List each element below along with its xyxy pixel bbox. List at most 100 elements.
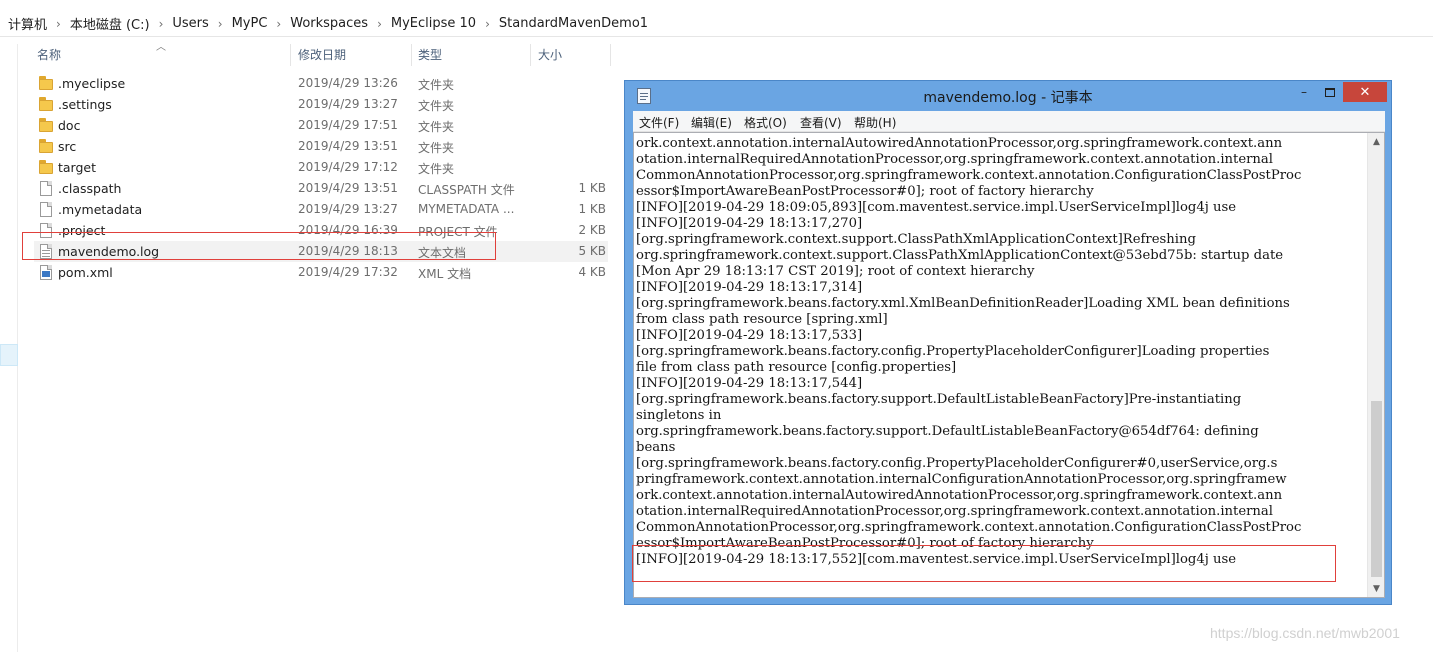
- notepad-title-bar[interactable]: mavendemo.log - 记事本 – ✕: [625, 81, 1391, 111]
- menu-file[interactable]: 文件(F): [639, 114, 679, 131]
- log-line: [org.springframework.beans.factory.confi…: [636, 456, 1278, 471]
- file-date: 2019/4/29 13:51: [298, 181, 398, 195]
- folder-icon: [39, 160, 53, 175]
- annotation-highlight-box: [22, 232, 496, 260]
- breadcrumb-separator-icon: ›: [485, 16, 490, 31]
- column-divider[interactable]: [290, 44, 291, 66]
- breadcrumb-separator-icon: ›: [217, 16, 223, 31]
- file-date: 2019/4/29 17:12: [298, 160, 398, 174]
- log-line: [INFO][2019-04-29 18:13:17,544]: [636, 376, 863, 391]
- file-row-settings[interactable]: .settings 2019/4/29 13:27 文件夹: [34, 94, 608, 115]
- menu-edit[interactable]: 编辑(E): [691, 114, 732, 131]
- scroll-up-icon[interactable]: ▲: [1368, 133, 1384, 150]
- file-row-src[interactable]: src 2019/4/29 13:51 文件夹: [34, 136, 608, 157]
- log-line: [INFO][2019-04-29 18:13:17,270]: [636, 216, 863, 231]
- breadcrumb-myeclipse[interactable]: MyEclipse 10: [391, 16, 476, 31]
- minimize-icon: –: [1301, 85, 1307, 99]
- scroll-down-icon[interactable]: ▼: [1368, 580, 1384, 597]
- close-button[interactable]: ✕: [1343, 82, 1387, 102]
- notepad-window[interactable]: mavendemo.log - 记事本 – ✕ 文件(F) 编辑(E) 格式(O…: [624, 80, 1392, 605]
- breadcrumb-users[interactable]: Users: [172, 16, 208, 31]
- log-line: [Mon Apr 29 18:13:17 CST 2019]; root of …: [636, 264, 1035, 279]
- file-size: 5 KB: [578, 244, 606, 258]
- close-icon: ✕: [1359, 84, 1371, 100]
- log-line: ork.context.annotation.internalAutowired…: [636, 136, 1283, 151]
- log-text[interactable]: ork.context.annotation.internalAutowired…: [636, 136, 1364, 596]
- breadcrumb-workspaces[interactable]: Workspaces: [290, 16, 368, 31]
- column-header-size[interactable]: 大小: [538, 46, 562, 63]
- folder-icon: [39, 118, 53, 133]
- address-bar[interactable]: 计算机 › 本地磁盘 (C:) › Users › MyPC › Workspa…: [0, 0, 1433, 44]
- column-header-type[interactable]: 类型: [418, 46, 442, 63]
- file-name: .settings: [58, 97, 112, 112]
- file-name: .myeclipse: [58, 76, 126, 91]
- address-bar-divider: [0, 36, 1433, 37]
- column-divider[interactable]: [610, 44, 611, 66]
- file-type: MYMETADATA ...: [418, 202, 515, 216]
- breadcrumb-separator-icon: ›: [377, 16, 382, 31]
- breadcrumb-separator-icon: ›: [56, 16, 61, 31]
- maximize-button[interactable]: [1317, 82, 1343, 102]
- column-header-date[interactable]: 修改日期: [298, 46, 346, 63]
- vertical-scrollbar[interactable]: ▲ ▼: [1367, 133, 1384, 597]
- log-line: pringframework.context.annotation.intern…: [636, 472, 1287, 487]
- log-line: org.springframework.context.support.Clas…: [636, 248, 1284, 263]
- xml-file-icon: [39, 265, 53, 280]
- log-line: ork.context.annotation.internalAutowired…: [636, 488, 1283, 503]
- file-type: 文件夹: [418, 162, 455, 176]
- file-row-pom-xml[interactable]: pom.xml 2019/4/29 17:32 XML 文档 4 KB: [34, 262, 608, 283]
- file-type: XML 文档: [418, 267, 472, 281]
- file-name: doc: [58, 118, 81, 133]
- log-line: beans: [636, 440, 676, 455]
- minimize-button[interactable]: –: [1291, 82, 1317, 102]
- scrollbar-thumb[interactable]: [1371, 401, 1382, 577]
- breadcrumb-computer[interactable]: 计算机: [8, 14, 47, 33]
- file-row-myeclipse[interactable]: .myeclipse 2019/4/29 13:26 文件夹: [34, 73, 608, 94]
- file-type: 文件夹: [418, 120, 455, 134]
- notepad-text-area[interactable]: ork.context.annotation.internalAutowired…: [633, 132, 1385, 598]
- file-size: 1 KB: [578, 181, 606, 195]
- log-line: [INFO][2019-04-29 18:13:17,533]: [636, 328, 863, 343]
- column-header-name[interactable]: 名称: [37, 46, 61, 63]
- file-name: .mymetadata: [58, 202, 143, 217]
- log-line: CommonAnnotationProcessor,org.springfram…: [636, 520, 1302, 535]
- breadcrumb-separator-icon: ›: [276, 16, 282, 31]
- file-name: src: [58, 139, 77, 154]
- folder-icon: [39, 97, 53, 112]
- breadcrumb-project[interactable]: StandardMavenDemo1: [499, 16, 648, 31]
- file-icon: [39, 202, 53, 217]
- log-line: [org.springframework.beans.factory.suppo…: [636, 392, 1242, 407]
- file-size: 4 KB: [578, 265, 606, 279]
- file-name: .classpath: [58, 181, 122, 196]
- column-divider[interactable]: [411, 44, 412, 66]
- file-row-mymetadata[interactable]: .mymetadata 2019/4/29 13:27 MYMETADATA .…: [34, 199, 608, 220]
- file-row-classpath[interactable]: .classpath 2019/4/29 13:51 CLASSPATH 文件 …: [34, 178, 608, 199]
- menu-help[interactable]: 帮助(H): [854, 114, 896, 131]
- breadcrumb-local-disk[interactable]: 本地磁盘 (C:): [70, 14, 150, 33]
- file-row-target[interactable]: target 2019/4/29 17:12 文件夹: [34, 157, 608, 178]
- breadcrumb-mypc[interactable]: MyPC: [232, 16, 268, 31]
- navigation-pane[interactable]: [0, 44, 18, 652]
- maximize-icon: [1325, 87, 1335, 97]
- menu-view[interactable]: 查看(V): [800, 114, 842, 131]
- file-date: 2019/4/29 13:51: [298, 139, 398, 153]
- sort-ascending-icon: ︿: [156, 42, 166, 53]
- column-divider[interactable]: [530, 44, 531, 66]
- menu-format[interactable]: 格式(O): [744, 114, 787, 131]
- file-date: 2019/4/29 17:32: [298, 265, 398, 279]
- navigation-selected-item[interactable]: [0, 344, 18, 366]
- log-line: from class path resource [spring.xml]: [636, 312, 888, 327]
- log-line: [org.springframework.beans.factory.confi…: [636, 344, 1270, 359]
- watermark-text: https://blog.csdn.net/mwb2001: [1210, 625, 1400, 641]
- window-title: mavendemo.log - 记事本: [923, 90, 1093, 106]
- file-size: 2 KB: [578, 223, 606, 237]
- file-name: target: [58, 160, 97, 175]
- column-headers: ︿ 名称 修改日期 类型 大小: [18, 42, 612, 66]
- file-row-doc[interactable]: doc 2019/4/29 17:51 文件夹: [34, 115, 608, 136]
- file-date: 2019/4/29 13:27: [298, 97, 398, 111]
- folder-icon: [39, 76, 53, 91]
- log-line: essor$ImportAwareBeanPostProcessor#0]; r…: [636, 184, 1094, 199]
- log-line: otation.internalRequiredAnnotationProces…: [636, 504, 1274, 519]
- file-icon: [39, 181, 53, 196]
- file-type: 文件夹: [418, 141, 455, 155]
